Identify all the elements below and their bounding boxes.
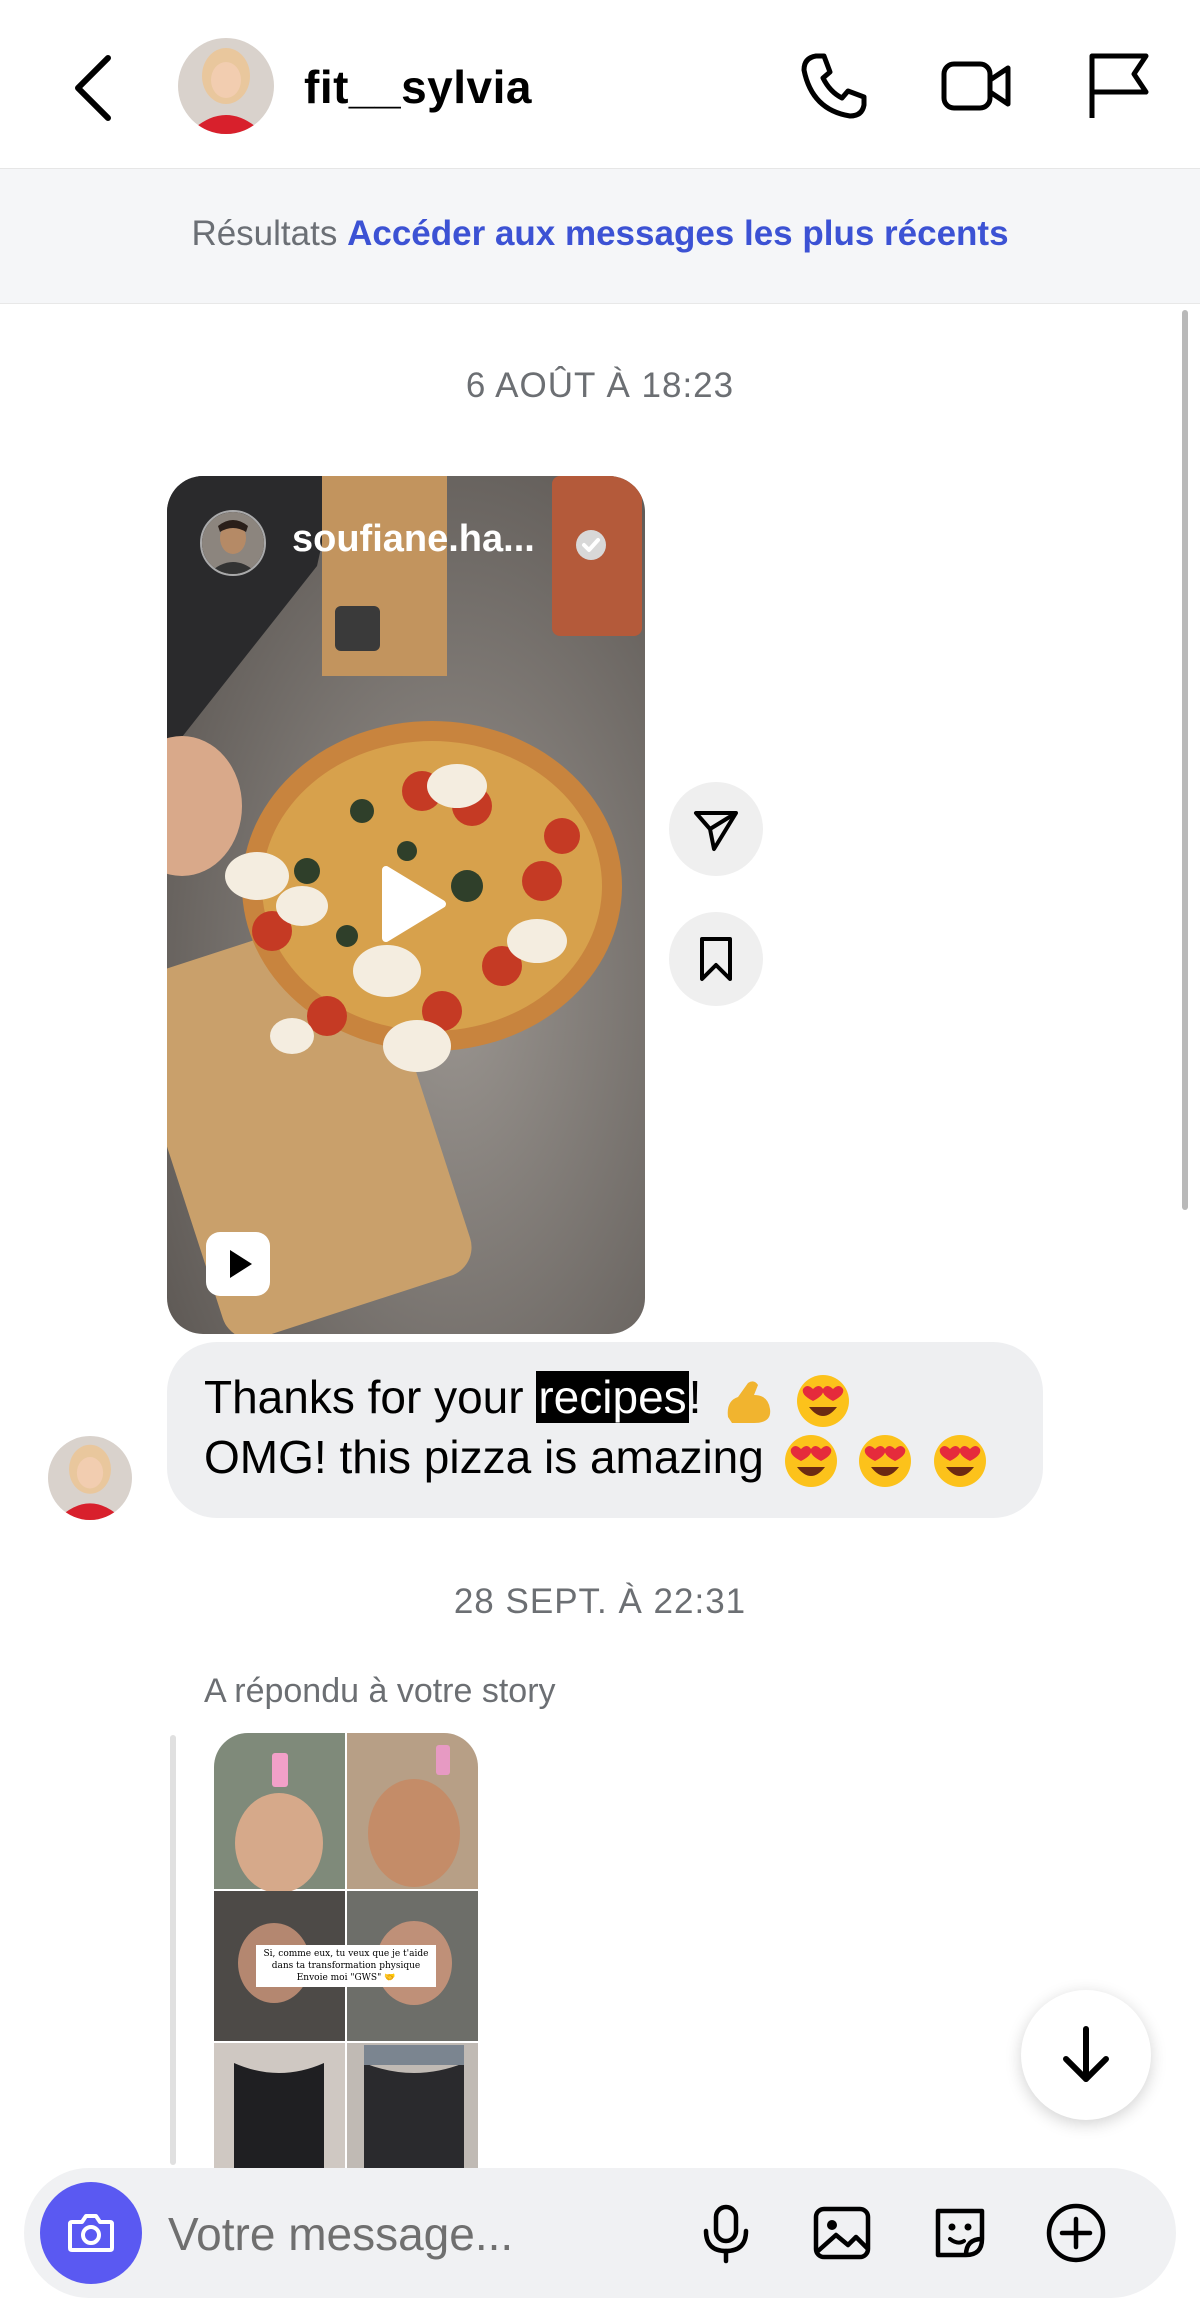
story-reply-label: A répondu à votre story: [204, 1672, 556, 1710]
reply-indicator-bar: [170, 1735, 176, 2165]
story-preview[interactable]: Si, comme eux, tu veux que je t'aide dan…: [214, 1733, 478, 2168]
highlighted-search-term: recipes: [536, 1371, 689, 1423]
story-caption-line: dans ta transformation physique: [271, 1961, 421, 1971]
heart-eyes-emoji-icon: [797, 1374, 849, 1427]
message-line-1: Thanks for your recipes!: [204, 1370, 851, 1429]
play-icon[interactable]: [364, 860, 452, 948]
scroll-to-bottom-button[interactable]: [1021, 1990, 1151, 2120]
scrollbar[interactable]: [1182, 310, 1188, 1210]
go-to-recent-messages-link[interactable]: Accéder aux messages les plus récents: [347, 214, 1008, 253]
arrow-down-icon: [1063, 2026, 1109, 2082]
save-button[interactable]: [669, 912, 763, 1006]
results-label: Résultats: [191, 214, 338, 253]
message-line-2: OMG! this pizza is amazing: [204, 1430, 988, 1489]
plus-circle-icon[interactable]: [1044, 2201, 1108, 2265]
reel-author-username[interactable]: soufiane.ha...: [292, 518, 535, 561]
verified-badge-icon: [576, 530, 606, 560]
contact-avatar[interactable]: [178, 38, 274, 134]
story-caption: Si, comme eux, tu veux que je t'aide dan…: [256, 1945, 436, 1987]
message-text: OMG! this pizza is amazing: [204, 1431, 764, 1483]
message-bubble[interactable]: Thanks for your recipes! OMG! this pizza…: [167, 1342, 1043, 1518]
send-icon: [694, 811, 738, 851]
heart-eyes-emoji-icon: [784, 1434, 837, 1487]
message-input[interactable]: [166, 2198, 670, 2270]
microphone-icon[interactable]: [694, 2201, 758, 2265]
story-caption-line: Envoie moi "GWS" 🤝: [296, 1973, 396, 1983]
conversation-header: fit__sylvia: [0, 0, 1200, 169]
contact-username[interactable]: fit__sylvia: [304, 60, 532, 114]
back-chevron-icon[interactable]: [70, 52, 118, 124]
bookmark-icon: [700, 937, 732, 981]
camera-button[interactable]: [40, 2182, 142, 2284]
flexed-biceps-emoji-icon: [727, 1381, 771, 1423]
reel-author-avatar[interactable]: [200, 510, 266, 576]
message-text: !: [688, 1371, 702, 1423]
message-composer: [24, 2168, 1176, 2298]
search-results-banner: Résultats Accéder aux messages les plus …: [0, 169, 1200, 304]
heart-eyes-emoji-icon: [859, 1434, 912, 1487]
video-camera-icon[interactable]: [938, 48, 1014, 124]
camera-icon: [68, 2214, 114, 2252]
timestamp: 6 AOÛT À 18:23: [465, 366, 735, 405]
sender-avatar[interactable]: [48, 1436, 132, 1520]
sticker-icon[interactable]: [928, 2201, 992, 2265]
timestamp: 28 SEPT. À 22:31: [453, 1582, 747, 1621]
gallery-icon[interactable]: [810, 2201, 874, 2265]
phone-icon[interactable]: [796, 48, 872, 124]
reels-icon: [206, 1232, 270, 1296]
flag-icon[interactable]: [1080, 48, 1156, 124]
share-button[interactable]: [669, 782, 763, 876]
heart-eyes-emoji-icon: [934, 1434, 987, 1487]
story-caption-line: Si, comme eux, tu veux que je t'aide: [263, 1949, 429, 1959]
message-text: Thanks for your: [204, 1371, 537, 1423]
